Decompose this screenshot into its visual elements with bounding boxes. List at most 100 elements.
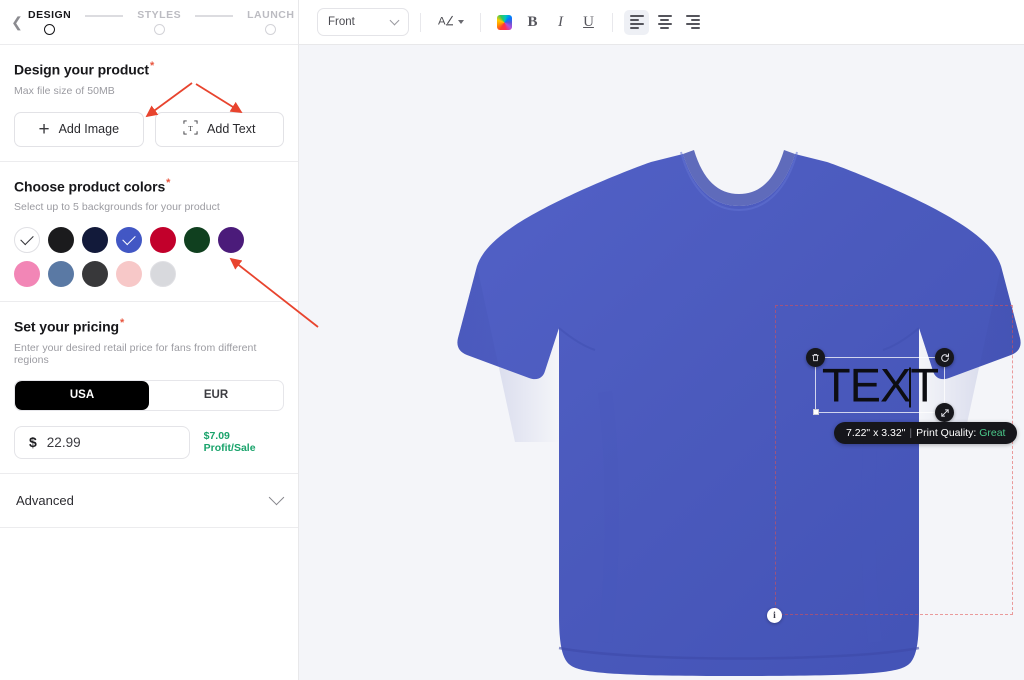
trash-icon[interactable] — [806, 348, 825, 367]
step-design[interactable]: DESIGN — [28, 9, 71, 35]
currency-symbol: $ — [29, 434, 37, 451]
check-icon — [20, 232, 34, 246]
design-action-buttons: + Add Image T Add Text — [14, 111, 284, 147]
toolbar-divider — [612, 12, 613, 32]
text-box-icon: T — [183, 120, 198, 138]
color-swatch-red[interactable] — [150, 227, 176, 254]
step-list: DESIGN STYLES LAUNCH — [28, 9, 294, 35]
step-launch-label: LAUNCH — [247, 9, 295, 21]
color-swatch-steel-blue[interactable] — [48, 261, 74, 288]
italic-label: I — [558, 13, 563, 30]
pricing-section: Set your pricing* Enter your desired ret… — [0, 302, 298, 474]
color-swatch-white[interactable] — [14, 227, 40, 254]
price-row: $ 22.99 $7.09 Profit/Sale — [14, 425, 284, 459]
font-group: A — [432, 10, 469, 35]
anchor-handle[interactable] — [813, 409, 819, 415]
toolbar-divider — [480, 12, 481, 32]
color-swatch-purple[interactable] — [218, 227, 244, 254]
colors-section-subtitle: Select up to 5 backgrounds for your prod… — [14, 201, 220, 214]
canvas-text-element[interactable]: TEXT — [816, 362, 944, 409]
color-swatch-light-pink[interactable] — [116, 261, 142, 288]
align-left-icon — [629, 14, 644, 30]
chevron-left-icon[interactable]: ❮ — [8, 13, 26, 31]
advanced-label: Advanced — [16, 492, 74, 508]
text-selection-box[interactable]: TEXT 7.22" x 3.32" | Print Quality: Grea… — [806, 348, 1018, 444]
step-design-dot — [44, 24, 56, 35]
color-swatch-pink[interactable] — [14, 261, 40, 288]
step-launch[interactable]: LAUNCH — [247, 9, 294, 35]
print-quality-value: Great — [979, 427, 1006, 439]
profit-per-sale-label: $7.09 Profit/Sale — [203, 430, 256, 455]
region-tab-usa[interactable]: USA — [15, 380, 149, 410]
bold-label: B — [527, 13, 538, 30]
color-picker-button[interactable] — [492, 10, 517, 35]
design-stage: Front A B I U i TEXT 7.22" x 3.32" | Pri… — [299, 0, 1024, 680]
italic-button[interactable]: I — [548, 10, 573, 35]
product-designer-app: ❮ DESIGN STYLES LAUNCH Design your produ… — [0, 0, 1024, 680]
sidebar-filler — [0, 527, 298, 680]
required-asterisk: * — [166, 176, 171, 189]
step-styles-label: STYLES — [137, 9, 182, 21]
align-left-button[interactable] — [624, 9, 649, 35]
color-swatch-dark-grey[interactable] — [82, 261, 108, 288]
add-image-button[interactable]: + Add Image — [14, 111, 144, 147]
color-swatch-royal-blue[interactable] — [116, 227, 142, 254]
align-right-button[interactable] — [680, 10, 705, 35]
chevron-down-icon — [268, 490, 285, 506]
view-side-dropdown[interactable]: Front — [317, 8, 409, 36]
add-text-button[interactable]: T Add Text — [154, 111, 284, 147]
step-design-label: DESIGN — [28, 9, 72, 21]
bold-button[interactable]: B — [520, 10, 545, 35]
step-styles-dot — [153, 24, 165, 35]
toolbar-divider — [420, 12, 421, 32]
design-section-subtitle: Max file size of 50MB — [14, 84, 115, 97]
t-shirt-mockup[interactable]: i TEXT 7.22" x 3.32" | Print Quality: Gr… — [455, 142, 1023, 680]
advanced-accordion[interactable]: Advanced — [0, 473, 298, 528]
add-text-label: Add Text — [207, 122, 256, 137]
align-center-icon — [657, 14, 672, 30]
region-tab-eur[interactable]: EUR — [149, 381, 283, 410]
view-side-value: Front — [328, 16, 355, 28]
pricing-section-title: Set your pricing* — [14, 317, 284, 335]
caret-down-icon — [458, 20, 464, 24]
badge-divider: | — [909, 427, 913, 439]
region-toggle: USA EUR — [14, 379, 284, 411]
step-styles[interactable]: STYLES — [137, 9, 181, 35]
required-asterisk: * — [119, 317, 125, 330]
rotate-icon[interactable] — [935, 348, 954, 367]
design-title-text: Design your product — [14, 61, 149, 78]
design-section: Design your product* Max file size of 50… — [0, 45, 298, 162]
color-picker-icon — [497, 14, 512, 30]
color-swatch-black[interactable] — [48, 227, 74, 254]
align-right-icon — [685, 14, 700, 30]
design-section-title: Design your product* — [14, 60, 284, 78]
align-center-button[interactable] — [652, 10, 677, 35]
wizard-stepper: ❮ DESIGN STYLES LAUNCH — [0, 0, 298, 45]
colors-section-title: Choose product colors* — [14, 177, 284, 195]
step-launch-dot — [265, 24, 277, 35]
text-toolbar: Front A B I U — [299, 0, 1024, 45]
design-dimensions: 7.22" x 3.32" — [846, 427, 906, 439]
check-icon — [122, 232, 136, 246]
info-icon[interactable]: i — [767, 608, 782, 623]
underline-label: U — [583, 13, 594, 30]
resize-icon[interactable] — [935, 403, 954, 422]
color-swatch-forest-green[interactable] — [184, 227, 210, 254]
sidebar: ❮ DESIGN STYLES LAUNCH Design your produ… — [0, 0, 299, 680]
underline-button[interactable]: U — [576, 10, 601, 35]
plus-icon: + — [38, 118, 50, 140]
svg-text:A: A — [438, 15, 446, 27]
color-swatch-navy[interactable] — [82, 227, 108, 254]
price-input[interactable]: $ 22.99 — [14, 425, 190, 459]
add-image-label: Add Image — [58, 122, 120, 137]
product-canvas[interactable]: i TEXT 7.22" x 3.32" | Print Quality: Gr… — [299, 45, 1024, 680]
canvas-text-tail: T — [910, 358, 939, 412]
color-swatch-light-grey[interactable] — [150, 261, 176, 288]
colors-section: Choose product colors* Select up to 5 ba… — [0, 162, 298, 303]
colors-title-text: Choose product colors — [14, 178, 166, 195]
canvas-text-value: TEX — [821, 358, 911, 412]
required-asterisk: * — [150, 60, 155, 72]
color-swatch-list — [14, 227, 276, 288]
font-style-button[interactable]: A — [432, 10, 469, 35]
step-divider — [85, 15, 124, 17]
